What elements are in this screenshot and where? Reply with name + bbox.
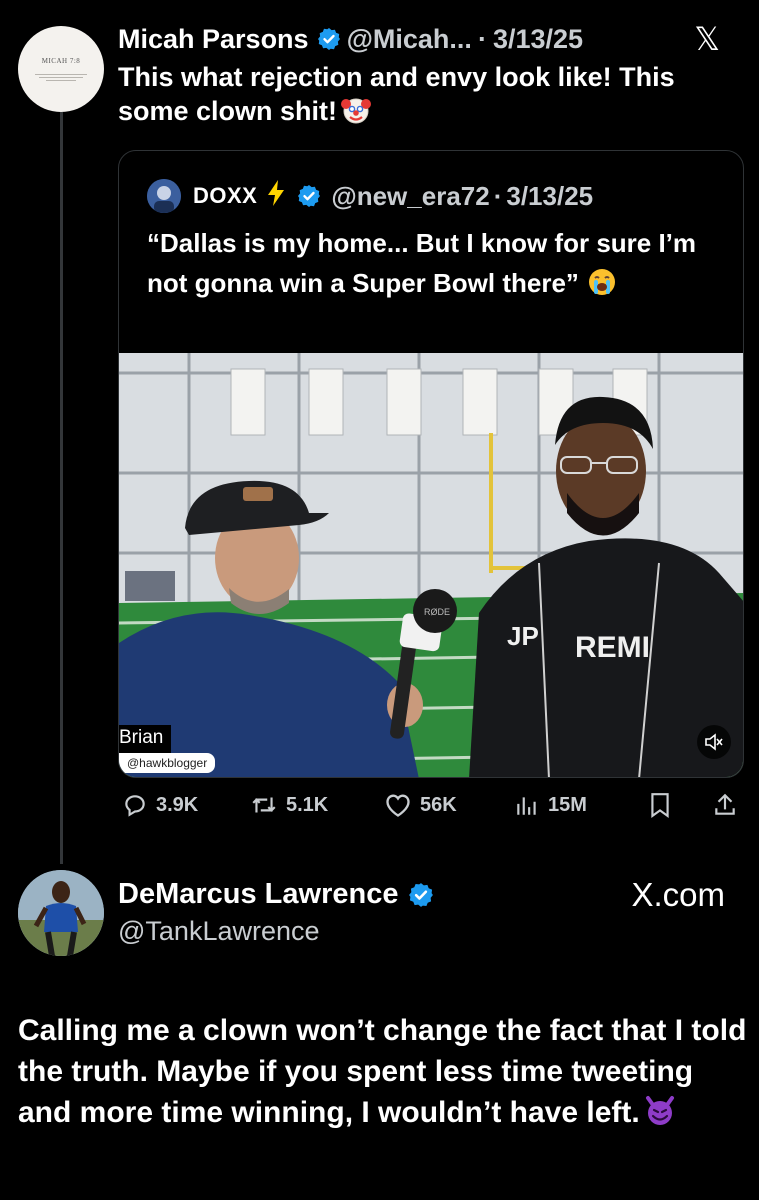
video-player[interactable]: RØDE JP REMI Brian @hawkblogger [119, 353, 743, 777]
screenshot: MICAH 7:8 Micah Parsons @Micah... · 3/13… [0, 0, 759, 1200]
speaker-muted-icon [705, 733, 723, 751]
heart-icon [386, 794, 410, 817]
tweet-body: This what rejection and envy look like! … [118, 62, 675, 126]
separator-dot: · [493, 180, 503, 211]
bookmark-icon [651, 793, 669, 818]
view-count: 15M [548, 793, 587, 816]
reply-count: 3.9K [156, 793, 199, 816]
like-count: 56K [420, 793, 457, 816]
repost-icon [252, 797, 276, 813]
x-logo-icon: 𝕏 [694, 21, 720, 57]
reply-icon [125, 795, 145, 817]
tweet-date[interactable]: 3/13/25 [493, 22, 583, 56]
reply-author-row: DeMarcus Lawrence [118, 878, 440, 911]
video-thumbnail: RØDE JP REMI [119, 353, 743, 777]
reply-button[interactable]: 3.9K [122, 792, 198, 818]
quoted-author-handle[interactable]: @new_era72 [331, 181, 489, 212]
thread-connector [60, 112, 63, 864]
quoted-tweet-header: DOXX @new_era72 · 3/13/25 [147, 179, 593, 213]
crying-face-emoji [587, 267, 617, 297]
clown-face-emoji [341, 95, 372, 125]
verified-badge-icon [408, 882, 434, 908]
repost-button[interactable]: 5.1K [250, 792, 328, 818]
quoted-author-name[interactable]: DOXX [193, 183, 257, 209]
bookmark-button[interactable] [648, 792, 680, 818]
share-icon [715, 793, 735, 815]
source-label: X.com [631, 876, 725, 913]
like-button[interactable]: 56K [384, 792, 457, 818]
hoodie-text-right: REMI [575, 631, 650, 664]
avatar-text: MICAH 7:8 [41, 56, 81, 65]
quoted-tweet-card[interactable]: DOXX @new_era72 · 3/13/25 “Dallas is my … [118, 150, 744, 778]
separator-dot: · [477, 24, 487, 54]
doxx-avatar[interactable] [147, 179, 181, 213]
mic-brand: RØDE [424, 607, 450, 617]
reply-text: Calling me a clown won’t change the fact… [18, 1010, 748, 1133]
share-button[interactable] [712, 792, 746, 818]
verified-badge-icon [317, 27, 341, 51]
reply-body: Calling me a clown won’t change the fact… [18, 1014, 747, 1129]
smiling-devil-emoji [644, 1095, 676, 1127]
lightning-bolt-icon [267, 179, 285, 213]
mute-toggle-button[interactable] [697, 725, 731, 759]
lower-third-name: Brian [119, 725, 172, 753]
lower-third-handle: @hawkblogger [119, 753, 216, 773]
author-name[interactable]: Micah Parsons [118, 22, 309, 56]
quoted-tweet-date[interactable]: 3/13/25 [506, 181, 593, 212]
reply-author-name[interactable]: DeMarcus Lawrence [118, 878, 398, 911]
reply-author-handle[interactable]: @TankLawrence [118, 916, 320, 947]
micah-avatar[interactable]: MICAH 7:8 [18, 26, 104, 112]
tweet-text: This what rejection and envy look like! … [118, 60, 748, 128]
demarcus-avatar[interactable] [18, 870, 104, 956]
hoodie-text-left: JP [507, 621, 539, 651]
tweet-header: Micah Parsons @Micah... · 3/13/25 𝕏 [118, 22, 738, 56]
tweet-action-bar: 3.9K 5.1K 56K 15M [118, 792, 748, 826]
views-chart-icon [517, 797, 536, 815]
quoted-tweet-text: “Dallas is my home... But I know for sur… [147, 223, 707, 303]
verified-badge-icon [297, 184, 321, 208]
author-handle[interactable]: @Micah... [347, 22, 472, 56]
repost-count: 5.1K [286, 793, 329, 816]
views-button[interactable]: 15M [514, 792, 587, 818]
